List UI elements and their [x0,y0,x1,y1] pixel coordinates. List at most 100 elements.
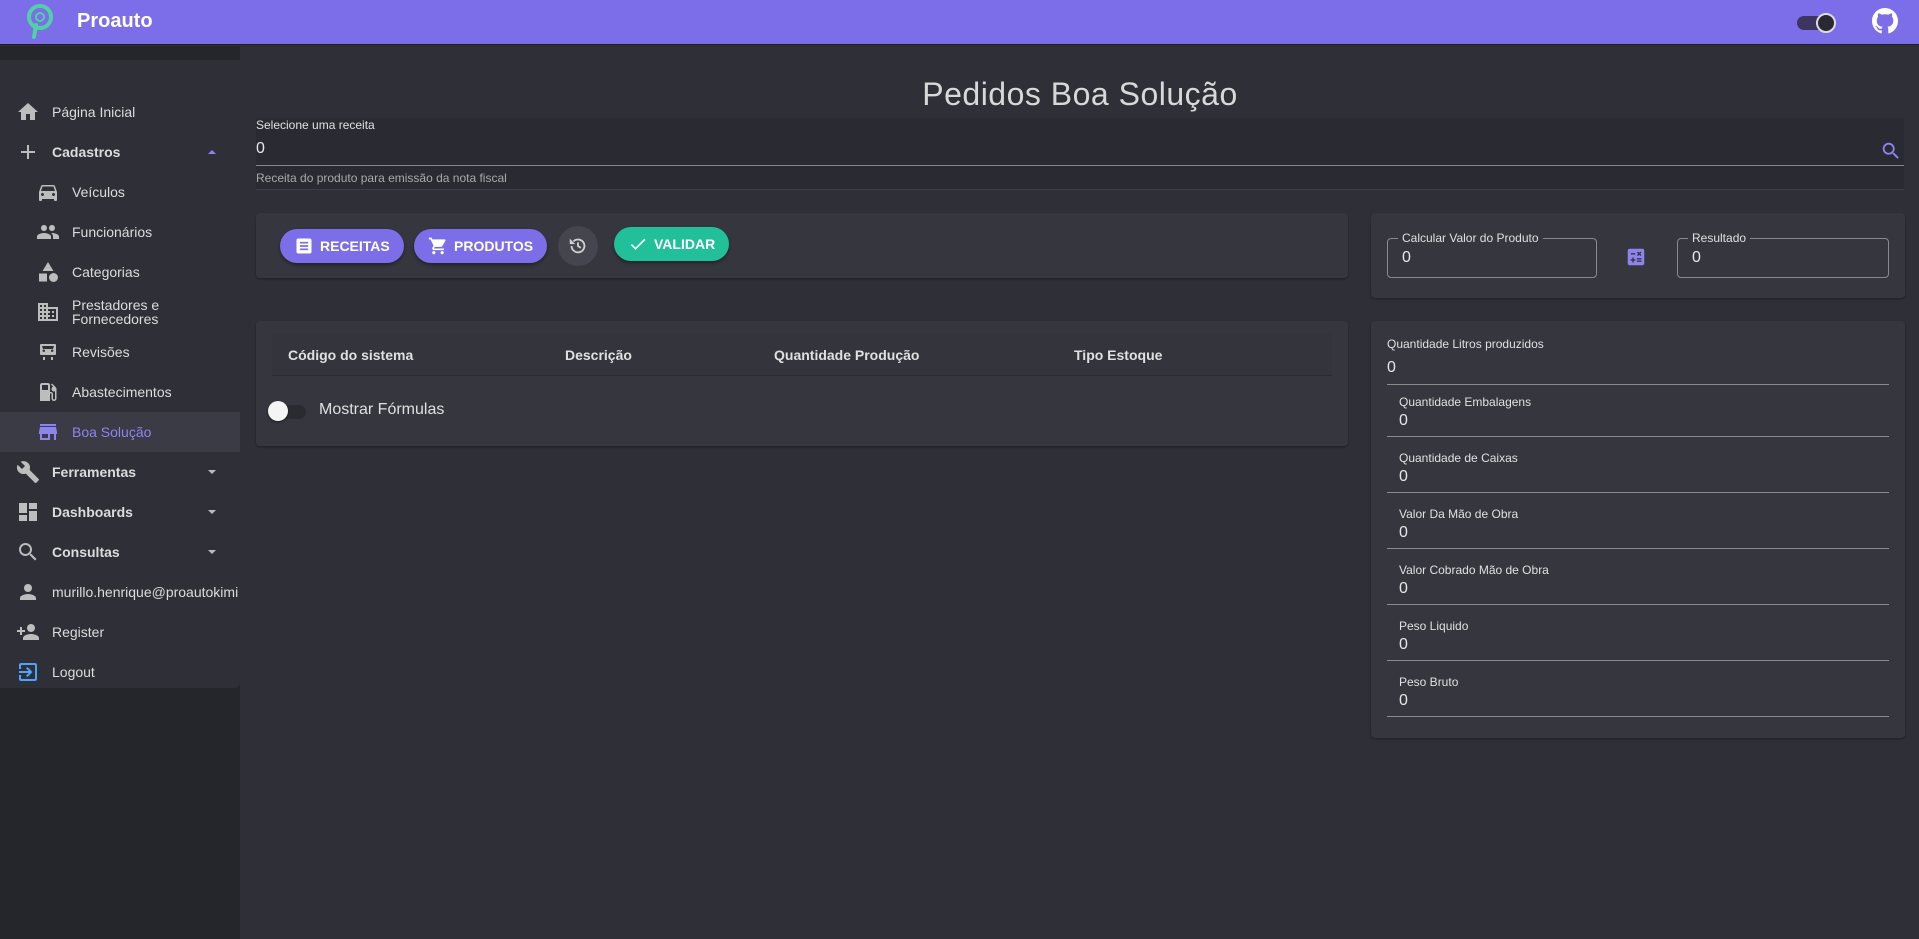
sidebar-item-revisoes[interactable]: Revisões [0,332,240,372]
gas-station-icon [40,383,57,401]
sidebar-item-funcionarios[interactable]: Funcionários [0,212,240,252]
proauto-logo-icon[interactable] [24,3,56,39]
mostrar-formulas-label: Mostrar Fórmulas [319,401,445,418]
sidebar-item-label-line2: Fornecedores [72,311,159,327]
calculator-card: Calcular Valor do Produto 0 Resultado 0 [1371,213,1905,298]
calc-value-label: Calcular Valor do Produto [1398,231,1543,245]
produtos-button[interactable]: PRODUTOS [414,229,548,263]
refresh-button[interactable] [558,226,598,266]
caret-down-icon [208,550,216,554]
summary-field-label: Quantidade de Caixas [1399,451,1518,465]
store-icon [39,424,57,440]
sidebar-item-label: Categorias [72,264,140,280]
summary-peso-bruto-field[interactable]: Peso Bruto 0 [1387,675,1889,731]
recipe-input[interactable] [256,140,1866,158]
summary-litros-field[interactable]: Quantidade Litros produzidos 0 [1387,337,1889,393]
table-header-codigo[interactable]: Código do sistema [288,347,413,363]
sidebar-item-user[interactable]: murillo.henrique@proautokimi [0,572,240,612]
car-repair-icon [40,344,56,360]
theme-toggle[interactable] [1797,12,1837,33]
dashboard-icon [19,503,37,521]
sidebar-item-label: Página Inicial [52,104,136,120]
validar-button-label: VALIDAR [654,236,716,252]
sidebar-item-abastecimentos[interactable]: Abastecimentos [0,372,240,412]
summary-field-value: 0 [1399,692,1408,709]
caret-up-icon [208,150,216,154]
sidebar-item-register[interactable]: Register [0,612,240,652]
summary-peso-liquido-field[interactable]: Peso Liquido 0 [1387,619,1889,675]
sidebar-item-ferramentas[interactable]: Ferramentas [0,452,240,492]
caret-down-icon [208,510,216,514]
items-table-card [256,321,1348,446]
table-header-quantidade[interactable]: Quantidade Produção [774,347,919,363]
sidebar-item-label: Boa Solução [72,424,152,440]
home-icon [18,103,38,120]
wrench-icon [16,461,39,483]
summary-field-value: 0 [1387,359,1396,376]
recipe-field-underline [256,165,1904,166]
sidebar-item-boa-solucao[interactable]: Boa Solução [0,412,240,452]
github-icon[interactable] [1872,8,1898,34]
sidebar-item-dashboards[interactable]: Dashboards [0,492,240,532]
table-header-descricao[interactable]: Descrição [565,347,632,363]
category-icon [39,262,58,282]
sidebar-item-pagina-inicial[interactable]: Página Inicial [0,92,240,132]
sidebar-item-label: Consultas [52,544,120,560]
divider [256,189,1904,190]
result-field[interactable]: Resultado 0 [1677,231,1889,278]
receipt-icon [296,238,312,254]
history-icon [569,238,586,254]
summary-field-label: Quantidade Embalagens [1399,395,1532,409]
car-icon [39,185,57,201]
sidebar-item-categorias[interactable]: Categorias [0,252,240,292]
sidebar-item-logout[interactable]: Logout [0,652,240,692]
search-icon [19,543,37,561]
receitas-button-label: RECEITAS [320,238,390,254]
summary-embalagens-field[interactable]: Quantidade Embalagens 0 [1387,395,1889,451]
summary-field-label: Quantidade Litros produzidos [1387,337,1544,351]
moon-icon [1816,13,1836,33]
sidebar-item-consultas[interactable]: Consultas [0,532,240,572]
field-underline [1387,436,1889,437]
recipe-field-label: Selecione uma receita [256,118,375,132]
sidebar-item-label: Cadastros [52,144,121,160]
calculate-icon[interactable] [1625,246,1647,268]
summary-field-label: Valor Da Mão de Obra [1399,507,1519,521]
result-label: Resultado [1688,231,1751,245]
business-icon [38,303,58,321]
calc-value-input[interactable]: 0 [1402,249,1411,267]
field-underline [1387,492,1889,493]
field-underline [1387,716,1889,717]
result-value: 0 [1692,249,1701,266]
sidebar-item-label: Ferramentas [52,464,137,480]
sidebar-item-label: Logout [52,664,95,680]
summary-valor-cobrado-field[interactable]: Valor Cobrado Mão de Obra 0 [1387,563,1889,619]
table-header-tipo-estoque[interactable]: Tipo Estoque [1074,347,1162,363]
field-underline [1387,604,1889,605]
produtos-button-label: PRODUTOS [454,238,534,254]
receitas-button[interactable]: RECEITAS [280,229,404,263]
summary-field-value: 0 [1399,524,1408,541]
sidebar-item-cadastros[interactable]: Cadastros [0,132,240,172]
summary-caixas-field[interactable]: Quantidade de Caixas 0 [1387,451,1889,507]
recipe-field-hint: Receita do produto para emissão da nota … [256,171,507,185]
calc-value-field[interactable]: Calcular Valor do Produto 0 [1387,231,1597,278]
actions-card: RECEITAS PRODUTOS VALIDAR [256,213,1348,278]
summary-mao-de-obra-field[interactable]: Valor Da Mão de Obra 0 [1387,507,1889,563]
validar-button[interactable]: VALIDAR [614,227,730,261]
sidebar-item-veiculos[interactable]: Veículos [0,172,240,212]
recipe-select-field: Selecione uma receita Receita do produto… [256,118,1904,190]
mostrar-formulas-switch[interactable] [268,401,308,421]
switch-thumb [268,401,288,421]
people-icon [37,225,59,239]
search-icon[interactable] [1880,140,1902,162]
sidebar-item-label: murillo.henrique@proautokimi [52,584,239,600]
field-underline [1387,384,1889,385]
summary-field-label: Peso Liquido [1399,619,1469,633]
summary-field-value: 0 [1399,412,1408,429]
field-underline [1387,660,1889,661]
app-title[interactable]: Proauto [77,10,153,33]
plus-icon [21,145,35,159]
sidebar-item-prestadores[interactable]: Prestadores e Fornecedores [0,292,240,332]
summary-field-label: Valor Cobrado Mão de Obra [1399,563,1549,577]
